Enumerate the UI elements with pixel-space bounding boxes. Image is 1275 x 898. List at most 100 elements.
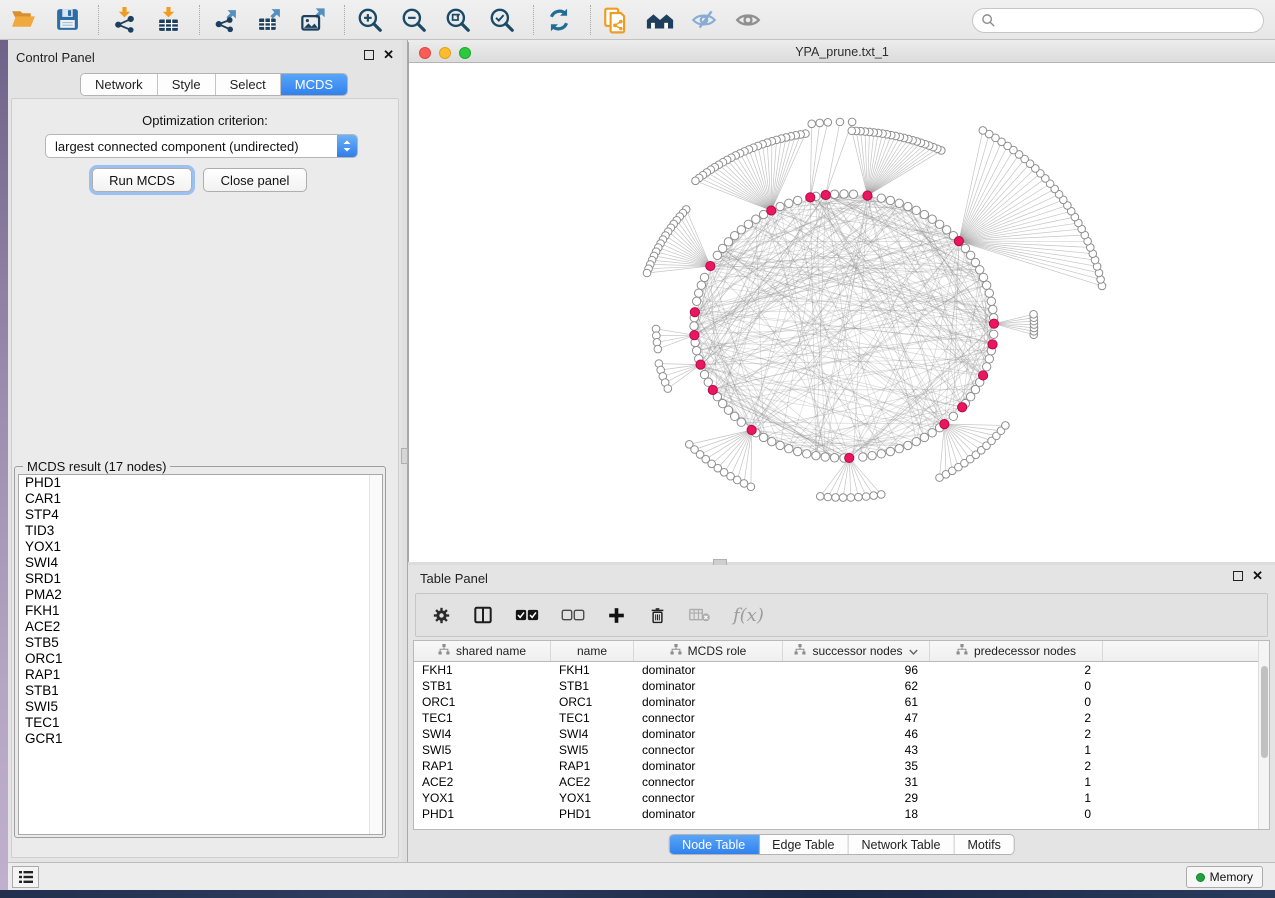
hierarchy-icon bbox=[438, 644, 450, 658]
desktop-wallpaper-left bbox=[0, 40, 8, 890]
table-scrollbar-thumb[interactable] bbox=[1261, 666, 1268, 758]
deselect-all-icon[interactable] bbox=[561, 608, 585, 622]
criterion-dropdown[interactable]: largest connected component (undirected) bbox=[45, 134, 358, 158]
network-window-titlebar[interactable]: YPA_prune.txt_1 bbox=[409, 42, 1275, 63]
toolbar-separator bbox=[344, 5, 345, 35]
zoom-in-icon[interactable] bbox=[355, 5, 385, 35]
mcds-result-item[interactable]: STB5 bbox=[19, 635, 382, 651]
mcds-result-list: PHD1CAR1STP4TID3YOX1SWI4SRD1PMA2FKH1ACE2… bbox=[18, 474, 383, 835]
mcds-result-item[interactable]: ORC1 bbox=[19, 651, 382, 667]
float-panel-icon[interactable] bbox=[364, 50, 374, 60]
table-row[interactable]: PHD1PHD1dominator180 bbox=[414, 806, 1269, 822]
mcds-result-item[interactable]: SWI4 bbox=[19, 555, 382, 571]
memory-status-icon bbox=[1196, 873, 1205, 882]
criterion-dropdown-value: largest connected component (undirected) bbox=[46, 139, 337, 154]
tab-edge-table[interactable]: Edge Table bbox=[759, 835, 848, 854]
column-header-successor-nodes[interactable]: successor nodes bbox=[783, 641, 930, 661]
mcds-result-item[interactable]: CAR1 bbox=[19, 491, 382, 507]
table-row[interactable]: FKH1FKH1dominator962 bbox=[414, 662, 1269, 678]
splitter-handle[interactable] bbox=[401, 448, 408, 464]
search-input[interactable] bbox=[996, 14, 1263, 28]
mcds-result-item[interactable]: SWI5 bbox=[19, 699, 382, 715]
network-window-title: YPA_prune.txt_1 bbox=[409, 45, 1275, 59]
open-icon[interactable] bbox=[8, 5, 38, 35]
mcds-result-item[interactable]: FKH1 bbox=[19, 603, 382, 619]
zoom-out-icon[interactable] bbox=[399, 5, 429, 35]
run-mcds-button[interactable]: Run MCDS bbox=[92, 168, 192, 192]
column-header-filler bbox=[1103, 641, 1269, 661]
mcds-result-item[interactable]: STB1 bbox=[19, 683, 382, 699]
import-table-icon[interactable] bbox=[153, 5, 183, 35]
first-neighbors-icon[interactable] bbox=[645, 5, 675, 35]
table-row[interactable]: TEC1TEC1connector472 bbox=[414, 710, 1269, 726]
mcds-result-item[interactable]: PMA2 bbox=[19, 587, 382, 603]
tab-network-table[interactable]: Network Table bbox=[849, 835, 955, 854]
zoom-selected-icon[interactable] bbox=[487, 5, 517, 35]
export-image-icon[interactable] bbox=[298, 5, 328, 35]
clone-network-icon[interactable] bbox=[601, 5, 631, 35]
tab-network[interactable]: Network bbox=[81, 74, 158, 95]
mcds-result-item[interactable]: RAP1 bbox=[19, 667, 382, 683]
toolbar-separator bbox=[533, 5, 534, 35]
table-row[interactable]: ORC1ORC1dominator610 bbox=[414, 694, 1269, 710]
node-table: shared namenameMCDS rolesuccessor nodesp… bbox=[413, 640, 1270, 830]
search-box[interactable] bbox=[972, 8, 1264, 33]
table-scrollbar[interactable] bbox=[1258, 641, 1269, 829]
mcds-result-item[interactable]: PHD1 bbox=[19, 475, 382, 491]
mcds-result-item[interactable]: ACE2 bbox=[19, 619, 382, 635]
refresh-icon[interactable] bbox=[544, 5, 574, 35]
hide-selected-icon[interactable] bbox=[689, 5, 719, 35]
toolbar-separator bbox=[590, 5, 591, 35]
toolbar-separator bbox=[199, 5, 200, 35]
table-row[interactable]: RAP1RAP1dominator352 bbox=[414, 758, 1269, 774]
export-network-icon[interactable] bbox=[210, 5, 240, 35]
tab-select[interactable]: Select bbox=[216, 74, 281, 95]
control-panel-title: Control Panel bbox=[16, 50, 95, 65]
mcds-result-item[interactable]: SRD1 bbox=[19, 571, 382, 587]
memory-button[interactable]: Memory bbox=[1186, 866, 1263, 888]
hierarchy-icon bbox=[956, 644, 968, 658]
close-panel-icon[interactable]: ✕ bbox=[383, 49, 394, 60]
dropdown-stepper-icon bbox=[337, 135, 357, 157]
table-row[interactable]: SWI4SWI4dominator462 bbox=[414, 726, 1269, 742]
import-network-icon[interactable] bbox=[109, 5, 139, 35]
mcds-result-item[interactable]: TEC1 bbox=[19, 715, 382, 731]
zoom-fit-icon[interactable] bbox=[443, 5, 473, 35]
column-header-predecessor-nodes[interactable]: predecessor nodes bbox=[930, 641, 1103, 661]
table-row[interactable]: STB1STB1dominator620 bbox=[414, 678, 1269, 694]
add-column-icon[interactable] bbox=[607, 606, 626, 625]
function-builder-icon: f(x) bbox=[733, 605, 764, 626]
column-header-name[interactable]: name bbox=[551, 641, 634, 661]
tab-motifs[interactable]: Motifs bbox=[954, 835, 1013, 854]
mcds-list-scrollbar[interactable] bbox=[369, 475, 382, 834]
column-header-shared-name[interactable]: shared name bbox=[414, 641, 551, 661]
mcds-result-item[interactable]: YOX1 bbox=[19, 539, 382, 555]
network-graph[interactable] bbox=[409, 63, 1275, 562]
column-header-MCDS-role[interactable]: MCDS role bbox=[634, 641, 783, 661]
export-table-icon[interactable] bbox=[254, 5, 284, 35]
tab-mcds[interactable]: MCDS bbox=[281, 74, 347, 95]
tab-style[interactable]: Style bbox=[158, 74, 216, 95]
select-all-icon[interactable] bbox=[515, 608, 539, 622]
close-panel-icon[interactable]: ✕ bbox=[1252, 570, 1263, 581]
close-panel-button[interactable]: Close panel bbox=[203, 168, 307, 192]
delete-column-icon[interactable] bbox=[648, 606, 667, 625]
memory-label: Memory bbox=[1210, 870, 1253, 884]
tab-node-table[interactable]: Node Table bbox=[669, 835, 759, 854]
network-view-window: YPA_prune.txt_1 bbox=[408, 42, 1275, 562]
table-row[interactable]: YOX1YOX1connector291 bbox=[414, 790, 1269, 806]
table-toolbar: f(x) bbox=[415, 593, 1268, 637]
float-panel-icon[interactable] bbox=[1233, 571, 1243, 581]
sort-descending-icon bbox=[909, 644, 918, 658]
show-all-icon[interactable] bbox=[733, 5, 763, 35]
settings-icon[interactable] bbox=[432, 606, 451, 625]
table-row[interactable]: SWI5SWI5connector431 bbox=[414, 742, 1269, 758]
hierarchy-icon bbox=[794, 644, 806, 658]
task-history-button[interactable] bbox=[12, 866, 39, 888]
show-columns-icon[interactable] bbox=[473, 605, 493, 625]
mcds-result-item[interactable]: TID3 bbox=[19, 523, 382, 539]
mcds-result-item[interactable]: STP4 bbox=[19, 507, 382, 523]
mcds-result-item[interactable]: GCR1 bbox=[19, 731, 382, 747]
table-row[interactable]: ACE2ACE2connector311 bbox=[414, 774, 1269, 790]
save-icon[interactable] bbox=[52, 5, 82, 35]
